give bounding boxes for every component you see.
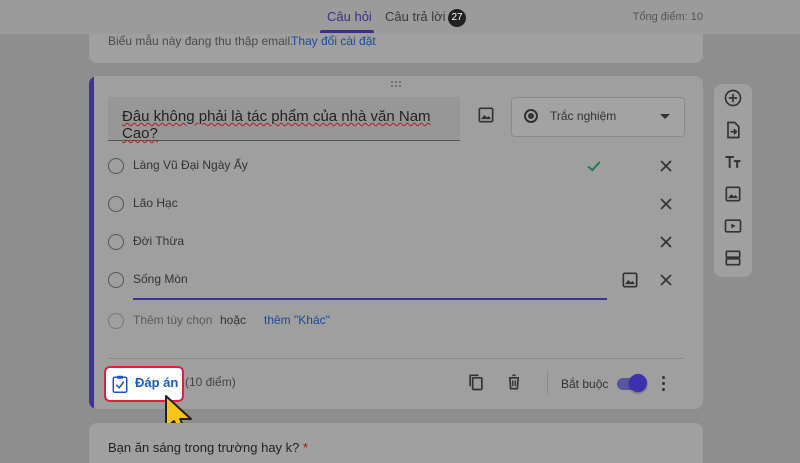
clipboard-check-icon (112, 375, 128, 393)
footer-divider (108, 358, 684, 359)
remove-option-icon[interactable] (656, 156, 676, 176)
responses-count-badge: 27 (448, 9, 466, 27)
active-tab-indicator (320, 30, 374, 33)
floating-toolbar (714, 84, 752, 277)
active-field-underline (133, 298, 607, 300)
add-question-icon[interactable] (723, 88, 743, 108)
email-notice-text: Biểu mẫu này đang thu thập email. (108, 34, 294, 48)
add-other-link[interactable]: thêm "Khác" (264, 313, 330, 327)
next-question-title: Bạn ăn sáng trong trường hay k? * (108, 440, 309, 455)
option-image-icon[interactable] (620, 270, 640, 290)
next-question-card[interactable]: Bạn ăn sáng trong trường hay k? * (89, 423, 703, 463)
radio-button (108, 158, 124, 174)
option-label[interactable]: Lão Hạc (133, 196, 178, 210)
option-label[interactable]: Đời Thừa (133, 234, 184, 248)
more-options-icon[interactable] (661, 374, 667, 392)
tab-responses[interactable]: Câu trả lời (385, 9, 446, 24)
question-title-field[interactable]: Đâu không phải là tác phẩm của nhà văn N… (108, 97, 460, 142)
add-section-icon[interactable] (723, 248, 743, 268)
add-video-icon[interactable] (723, 216, 743, 236)
email-notice-card: Biểu mẫu này đang thu thập email. Thay đ… (89, 34, 703, 63)
option-row[interactable]: Đời Thừa (108, 230, 688, 254)
required-toggle-knob[interactable] (629, 374, 647, 392)
change-settings-link[interactable]: Thay đổi cài đặt (291, 34, 376, 48)
total-points: Tổng điểm: 10 (632, 11, 703, 23)
correct-check-icon (587, 161, 601, 172)
add-image-icon[interactable] (476, 105, 496, 125)
question-type-label: Trắc nghiệm (550, 109, 617, 123)
footer-vertical-divider (547, 372, 548, 394)
add-image-icon[interactable] (723, 184, 743, 204)
radio-button (108, 196, 124, 212)
form-top-bar: Câu hỏi Câu trả lời 27 Tổng điểm: 10 (0, 0, 800, 35)
option-label[interactable]: Làng Vũ Đại Ngày Ấy (133, 158, 248, 172)
required-label: Bắt buộc (561, 377, 609, 391)
option-row[interactable]: Lão Hạc (108, 192, 688, 216)
question-title-text: Đâu không phải là tác phẩm của nhà văn N… (122, 108, 431, 142)
add-option-row: Thêm tùy chọn hoặc thêm "Khác" (108, 309, 508, 333)
remove-option-icon[interactable] (656, 270, 676, 290)
option-row[interactable]: Làng Vũ Đại Ngày Ấy (108, 154, 688, 178)
active-card-accent (89, 76, 94, 409)
tab-questions[interactable]: Câu hỏi (327, 9, 372, 24)
add-title-icon[interactable] (723, 152, 743, 172)
caret-down-icon (660, 114, 670, 119)
question-points: (10 điểm) (185, 375, 236, 389)
radio-button (108, 234, 124, 250)
required-asterisk: * (303, 440, 309, 455)
option-row-editing[interactable]: Sống Mòn (108, 268, 688, 300)
delete-icon[interactable] (504, 372, 524, 392)
radio-button (108, 313, 124, 329)
remove-option-icon[interactable] (656, 232, 676, 252)
or-text: hoặc (220, 313, 247, 327)
radio-button (108, 272, 124, 288)
question-type-dropdown[interactable]: Trắc nghiệm (511, 97, 685, 137)
remove-option-icon[interactable] (656, 194, 676, 214)
duplicate-icon[interactable] (466, 372, 486, 392)
import-questions-icon[interactable] (723, 120, 743, 140)
option-label[interactable]: Sống Mòn (133, 272, 188, 286)
drag-handle-icon[interactable] (389, 80, 403, 90)
radio-type-icon (524, 109, 538, 123)
question-card[interactable]: Đâu không phải là tác phẩm của nhà văn N… (89, 76, 703, 409)
add-option-link[interactable]: Thêm tùy chọn (133, 313, 212, 327)
answer-key-label: Đáp án (135, 375, 179, 390)
